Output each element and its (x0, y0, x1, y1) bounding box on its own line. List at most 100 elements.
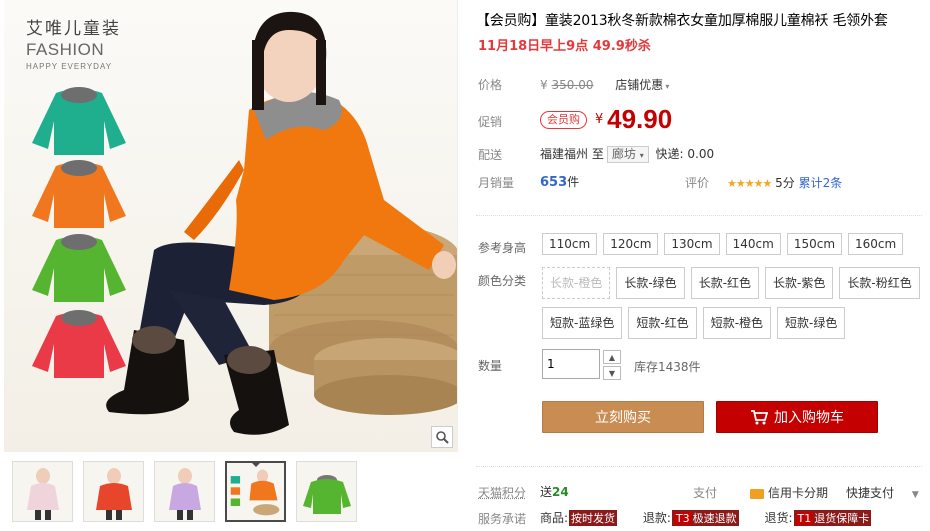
color-option[interactable]: 长款-橙色 (542, 267, 611, 299)
sales-unit: 件 (567, 175, 580, 189)
brand-en: FASHION (26, 40, 105, 59)
color-option[interactable]: 短款-蓝绿色 (542, 307, 623, 339)
goods-label: 商品: (540, 511, 569, 525)
brand-sub: HAPPY EVERYDAY (26, 62, 113, 71)
product-title: 【会员购】童装2013秋冬新款棉衣女童加厚棉服儿童棉袄 毛领外套 (476, 13, 888, 29)
chevron-down-icon: ▼ (911, 490, 919, 500)
sales-row: 653件 (540, 173, 579, 190)
chevron-down-icon: ▼ (608, 368, 616, 378)
qty-increase-button[interactable]: ▲ (603, 350, 621, 364)
color-option[interactable]: 长款-绿色 (616, 267, 685, 299)
ship-to: 廊坊 (611, 147, 636, 161)
return-label: 退货: (764, 511, 793, 525)
promo-yen: ¥ (595, 112, 604, 127)
price-original-row: ¥ 350.00 店铺优惠 ▾ (540, 76, 669, 93)
price-panel: 价格 ¥ 350.00 店铺优惠 ▾ 促销 会员购 ¥ 49.90 配送 福建福州 … (476, 62, 922, 210)
promo-price-row: 会员购 ¥ 49.90 (540, 104, 672, 135)
refund-text: 极速退款 (692, 512, 737, 525)
stock-count: 库存1438件 (634, 360, 701, 374)
ship-label: 配送 (478, 148, 503, 162)
main-product-image[interactable]: 艾唯儿童装 FASHION HAPPY EVERYDAY (4, 0, 458, 452)
shop-promo-label: 店铺优惠 (615, 78, 664, 92)
cart-icon (751, 410, 768, 425)
thumb-green[interactable] (296, 461, 357, 522)
variant-jacket-red (32, 310, 126, 378)
ship-from: 福建福州 (540, 147, 589, 161)
sales-label: 月销量 (478, 176, 515, 190)
color-option[interactable]: 短款-绿色 (777, 307, 846, 339)
refund-label: 退款: (642, 511, 671, 525)
refund-code: T3 (673, 512, 692, 525)
color-label: 颜色分类 (478, 274, 527, 288)
size-option[interactable]: 130cm (664, 233, 720, 255)
rating-total-link[interactable]: 累计2条 (799, 176, 843, 190)
credit-installment[interactable]: 信用卡分期 (750, 484, 828, 501)
points-label[interactable]: 天猫积分 (478, 484, 526, 501)
color-option[interactable]: 长款-紫色 (765, 267, 834, 299)
thumbnail-strip (12, 461, 357, 522)
qty-label: 数量 (478, 359, 503, 373)
size-option[interactable]: 140cm (725, 233, 781, 255)
size-option[interactable]: 150cm (786, 233, 843, 255)
refund-tag[interactable]: T3 极速退款 (671, 510, 739, 526)
price-label: 价格 (478, 78, 503, 92)
variant-jacket-teal (32, 87, 126, 155)
brand-logo: 艾唯儿童装 FASHION HAPPY EVERYDAY (26, 14, 121, 71)
thumb-orange[interactable] (225, 461, 286, 522)
chevron-up-icon: ▲ (608, 352, 616, 362)
brand-cn: 艾唯儿童装 (26, 19, 121, 39)
ship-row: 福建福州 至廊坊 ▾ 快递: 0.00 (540, 145, 714, 163)
size-option[interactable]: 110cm (542, 233, 598, 255)
price-yen: ¥ (540, 78, 548, 92)
shop-promo-dropdown[interactable]: 店铺优惠 ▾ (615, 78, 669, 92)
size-options: 110cm 120cm 130cm 140cm 150cm 160cm (542, 233, 904, 255)
ship-fee: 快递: 0.00 (655, 147, 715, 161)
ship-to-select[interactable]: 廊坊 ▾ (606, 146, 649, 163)
promo-price: 49.90 (607, 104, 673, 134)
color-option[interactable]: 短款-橙色 (702, 307, 772, 339)
pay-label: 支付 (693, 486, 718, 500)
add-to-cart-label: 加入购物车 (774, 410, 844, 426)
qty-decrease-button[interactable]: ▼ (603, 366, 621, 380)
fast-pay-label: 快捷支付 (846, 486, 895, 500)
sales-count: 653 (540, 175, 568, 190)
color-options-row1: 长款-橙色 长款-绿色 长款-红色 长款-紫色 长款-粉红色 (542, 267, 920, 299)
price-original: 350.00 (551, 78, 594, 92)
variant-jacket-orange (32, 160, 126, 228)
product-subtitle: 11月18日早上9点 49.9秒杀 (478, 39, 651, 54)
promo-label: 促销 (478, 115, 503, 129)
thumb-pink[interactable] (12, 461, 73, 522)
color-option[interactable]: 长款-粉红色 (839, 267, 920, 299)
return-text: 退货保障卡 (814, 512, 870, 525)
size-option[interactable]: 160cm (848, 233, 904, 255)
variant-jacket-green (32, 234, 126, 302)
service-label: 服务承诺 (478, 512, 527, 526)
service-row: 商品: 按时发货 退款: T3 极速退款 退货: T1 退货保障卡 (540, 509, 872, 526)
star-rating-icon: ★★★★★ (727, 177, 772, 190)
member-badge: 会员购 (540, 110, 587, 129)
ship-to-word: 至 (591, 147, 604, 161)
credit-card-icon (750, 488, 764, 499)
thumb-pointer (250, 463, 261, 467)
points-row: 送24 (540, 483, 569, 500)
chevron-down-icon: ▾ (665, 82, 670, 91)
color-options-row2: 短款-蓝绿色 短款-红色 短款-橙色 短款-绿色 (542, 307, 846, 339)
buy-now-button[interactable]: 立刻购买 (542, 401, 704, 433)
size-option[interactable]: 120cm (603, 233, 659, 255)
size-label: 参考身高 (478, 241, 527, 255)
zoom-icon[interactable] (431, 426, 453, 448)
quantity-input[interactable] (542, 349, 600, 379)
chevron-down-icon: ▾ (639, 151, 644, 160)
goods-tag[interactable]: 按时发货 (569, 510, 618, 526)
return-code: T1 (795, 512, 814, 525)
fast-pay[interactable]: 快捷支付 ▼ (846, 484, 919, 501)
thumb-purple[interactable] (154, 461, 215, 522)
color-option[interactable]: 短款-红色 (628, 307, 697, 339)
points-value: 24 (552, 485, 569, 499)
credit-label: 信用卡分期 (768, 486, 829, 500)
rating-score: 5分 (775, 176, 795, 190)
color-option[interactable]: 长款-红色 (690, 267, 760, 299)
add-to-cart-button[interactable]: 加入购物车 (716, 401, 878, 433)
return-tag[interactable]: T1 退货保障卡 (793, 510, 872, 526)
thumb-red[interactable] (83, 461, 144, 522)
